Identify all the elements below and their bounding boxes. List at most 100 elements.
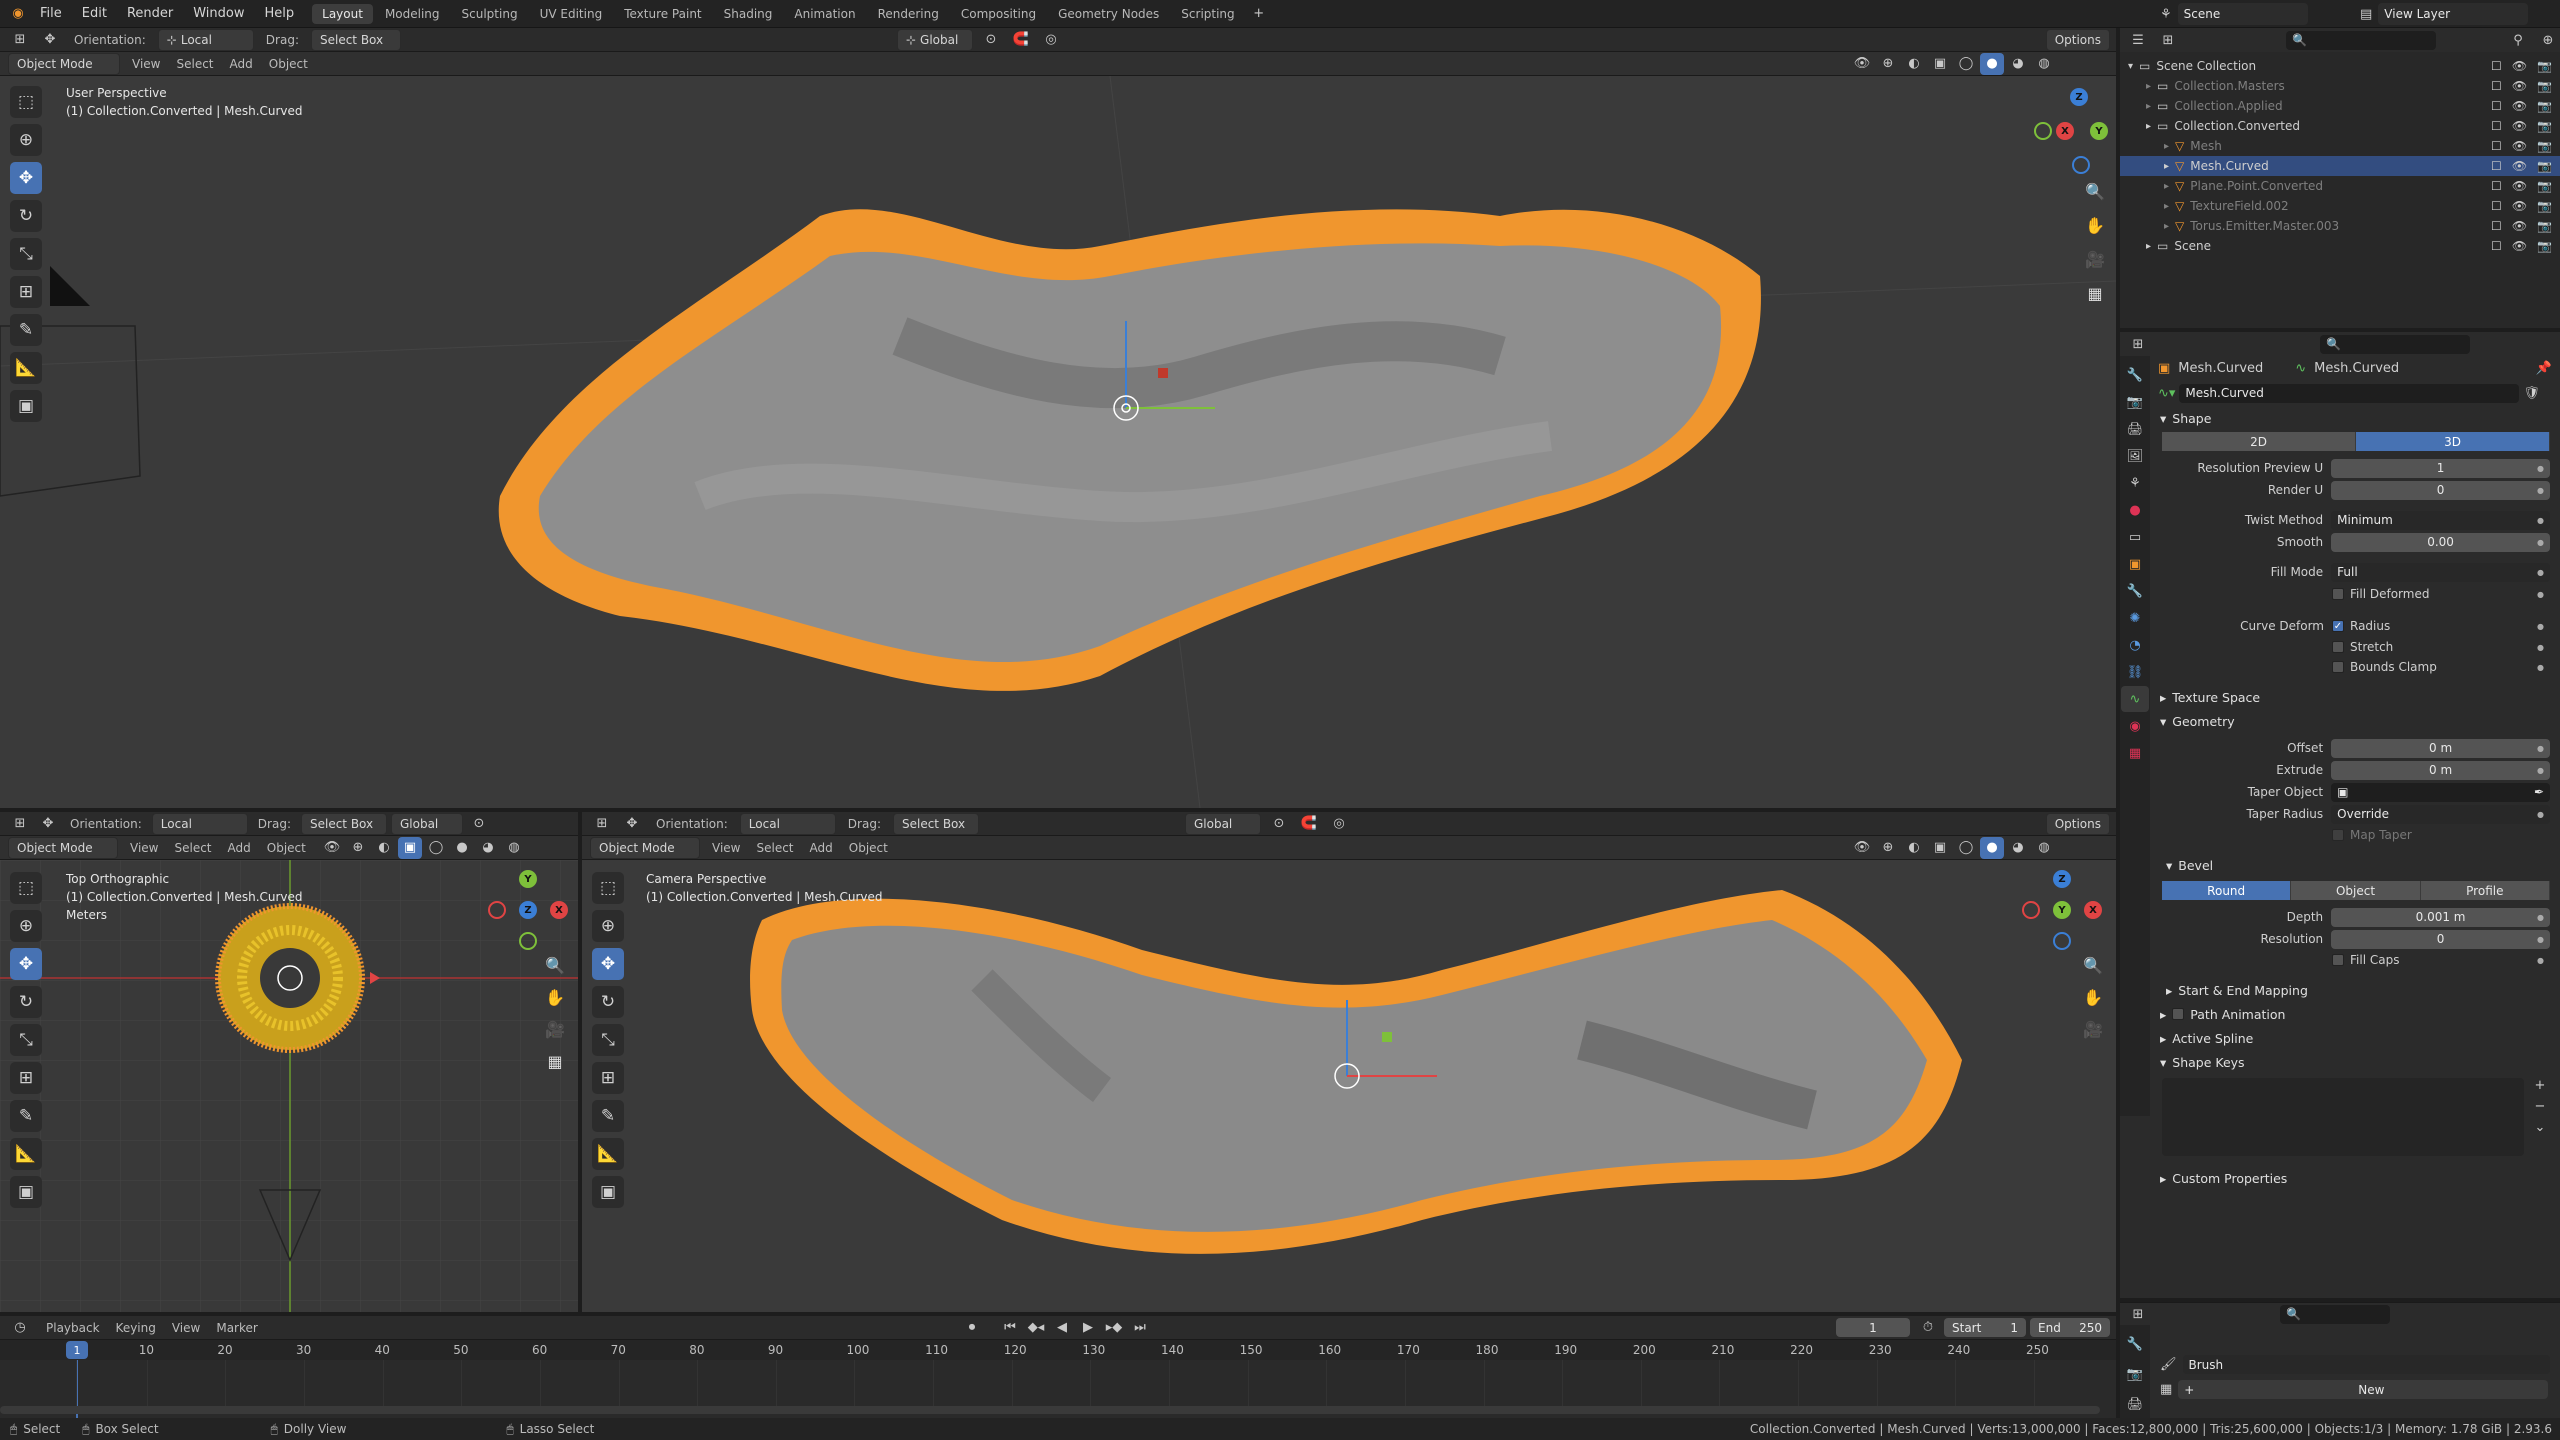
- disclosure-arrow-icon[interactable]: ▸: [2146, 81, 2151, 92]
- snap-icon[interactable]: 🧲: [1297, 813, 1321, 835]
- x-axis-icon[interactable]: X: [2056, 122, 2074, 140]
- material-tab-icon[interactable]: ◉: [2121, 713, 2149, 739]
- filter-icon[interactable]: ⚲: [2506, 29, 2530, 51]
- scale-tool-icon[interactable]: ⤡: [10, 238, 42, 270]
- move-tool-icon[interactable]: ✥: [10, 948, 42, 980]
- properties-editor-icon[interactable]: ⊞: [2126, 333, 2150, 355]
- measure-tool-icon[interactable]: 📐: [592, 1138, 624, 1170]
- visibility-icon[interactable]: 👁: [1850, 53, 1874, 75]
- menu-render[interactable]: Render: [117, 6, 183, 21]
- outliner-row[interactable]: ▸ ▭ Collection.Masters ☐ 👁 📷: [2120, 76, 2560, 96]
- view-layer-tab-icon[interactable]: 🖼: [2121, 443, 2149, 469]
- brush-dropdown[interactable]: Brush: [2182, 1355, 2550, 1374]
- transform-orientation-dropdown[interactable]: Global: [1184, 812, 1261, 835]
- keyframe-dot-icon[interactable]: ●: [2537, 486, 2544, 495]
- solid-shading-icon[interactable]: ●: [450, 837, 474, 859]
- disclosure-arrow-icon[interactable]: ▸: [2146, 121, 2151, 132]
- overlay-icon[interactable]: ◐: [1902, 837, 1926, 859]
- workspace-tab-rendering[interactable]: Rendering: [868, 4, 949, 24]
- navigation-gizmo[interactable]: Z X Y: [2020, 84, 2110, 174]
- new-collection-icon[interactable]: ⊕: [2536, 29, 2560, 51]
- workspace-tab-animation[interactable]: Animation: [784, 4, 865, 24]
- camera-icon[interactable]: 📷: [2537, 119, 2552, 133]
- wireframe-shading-icon[interactable]: ◯: [1954, 53, 1978, 75]
- y-axis-icon[interactable]: Y: [519, 870, 537, 888]
- new-brush-button[interactable]: + New: [2178, 1380, 2549, 1399]
- main-viewport[interactable]: ⬚ ⊕ ✥ ↻ ⤡ ⊞ ✎ 📐 ▣ User Perspective (1) C…: [0, 76, 2116, 808]
- drag-dropdown[interactable]: Select Box: [300, 812, 387, 835]
- view-layer-field[interactable]: View Layer: [2378, 3, 2529, 25]
- prev-keyframe-icon[interactable]: ◆◂: [1024, 1317, 1048, 1339]
- zoom-icon[interactable]: 🔍: [2080, 176, 2110, 206]
- menu-view[interactable]: View: [122, 841, 166, 855]
- keyframe-dot-icon[interactable]: ●: [2537, 538, 2544, 547]
- z-axis-icon[interactable]: Z: [2070, 88, 2088, 106]
- keyframe-dot-icon[interactable]: ●: [2537, 935, 2544, 944]
- z-axis-icon[interactable]: Z: [519, 901, 537, 919]
- scale-tool-icon[interactable]: ⤡: [592, 1024, 624, 1056]
- visibility-icon[interactable]: 👁: [1850, 837, 1874, 859]
- offset-field[interactable]: 0 m: [2331, 738, 2550, 758]
- menu-add[interactable]: Add: [220, 841, 259, 855]
- annotate-tool-icon[interactable]: ✎: [10, 1100, 42, 1132]
- rotate-tool-icon[interactable]: ↻: [10, 986, 42, 1018]
- play-icon[interactable]: ▶: [1076, 1317, 1100, 1339]
- editor-type-icon[interactable]: ⊞: [590, 813, 614, 835]
- transform-tool-icon[interactable]: ⊞: [10, 1062, 42, 1094]
- start-frame-field[interactable]: Start 1: [1944, 1318, 2026, 1337]
- annotate-tool-icon[interactable]: ✎: [592, 1100, 624, 1132]
- neg-y-axis-icon[interactable]: [519, 932, 537, 950]
- select-box-tool-icon[interactable]: ⬚: [10, 86, 42, 118]
- dim-2d-button[interactable]: 2D: [2162, 432, 2356, 451]
- transform-tool-icon[interactable]: ⊞: [592, 1062, 624, 1094]
- visibility-icon[interactable]: 👁: [320, 837, 344, 859]
- shape-keys-list[interactable]: [2162, 1078, 2524, 1156]
- collection-tab-icon[interactable]: ▭: [2121, 524, 2149, 550]
- render-tab-icon[interactable]: 📷: [2121, 1361, 2149, 1387]
- overlay-icon[interactable]: ◐: [1902, 53, 1926, 75]
- output-tab-icon[interactable]: 🖨: [2121, 416, 2149, 442]
- keyframe-dot-icon[interactable]: ●: [2537, 464, 2544, 473]
- select-box-tool-icon[interactable]: ⬚: [10, 872, 42, 904]
- material-shading-icon[interactable]: ◕: [2006, 53, 2030, 75]
- right-viewport[interactable]: ⬚ ⊕ ✥ ↻ ⤡ ⊞ ✎ 📐 ▣ Camera Perspective (1)…: [582, 860, 2116, 1312]
- shape-panel-header[interactable]: ▾ Shape: [2152, 406, 2560, 430]
- object-tab-icon[interactable]: ▣: [2121, 551, 2149, 577]
- disclosure-arrow-icon[interactable]: ▸: [2164, 221, 2169, 232]
- rendered-shading-icon[interactable]: ◍: [502, 837, 526, 859]
- workspace-tab-sculpting[interactable]: Sculpting: [452, 4, 528, 24]
- transform-orientation-dropdown[interactable]: ⊹ Global: [896, 28, 973, 51]
- fill-deformed-checkbox[interactable]: [2332, 588, 2344, 600]
- neg-x-axis-icon[interactable]: [2022, 901, 2040, 919]
- annotate-tool-icon[interactable]: ✎: [10, 314, 42, 346]
- checkbox-icon[interactable]: ☐: [2491, 79, 2502, 93]
- scene-selector[interactable]: ⚘ Scene: [2160, 3, 2308, 25]
- proportional-edit-icon[interactable]: ◎: [1327, 813, 1351, 835]
- bevel-profile-button[interactable]: Profile: [2420, 881, 2550, 900]
- disclosure-arrow-icon[interactable]: ▾: [2128, 61, 2133, 72]
- pan-hand-icon[interactable]: ✋: [2078, 982, 2108, 1012]
- add-cube-tool-icon[interactable]: ▣: [592, 1176, 624, 1208]
- bevel-panel-header[interactable]: ▾ Bevel: [2162, 853, 2550, 877]
- outliner-row[interactable]: ▾ ▭ Scene Collection ☐ 👁 📷: [2120, 56, 2560, 76]
- texture-space-panel-header[interactable]: ▸ Texture Space: [2152, 685, 2560, 709]
- checkbox-icon[interactable]: ☐: [2491, 119, 2502, 133]
- menu-select[interactable]: Select: [748, 841, 801, 855]
- camera-icon[interactable]: 📷: [2537, 199, 2552, 213]
- pan-hand-icon[interactable]: ✋: [540, 982, 570, 1012]
- neg-z-axis-icon[interactable]: [2053, 932, 2071, 950]
- scene-tab-icon[interactable]: ⚘: [2121, 470, 2149, 496]
- camera-icon[interactable]: 📷: [2537, 179, 2552, 193]
- rendered-shading-icon[interactable]: ◍: [2032, 53, 2056, 75]
- checkbox-icon[interactable]: ☐: [2491, 139, 2502, 153]
- taper-object-field[interactable]: ▣ ✒: [2331, 782, 2550, 802]
- disclosure-arrow-icon[interactable]: ▸: [2164, 181, 2169, 192]
- hair-torus-top[interactable]: [215, 903, 365, 1053]
- checkbox-icon[interactable]: ☐: [2491, 179, 2502, 193]
- menu-select[interactable]: Select: [166, 841, 219, 855]
- ortho-grid-icon[interactable]: ▦: [540, 1046, 570, 1076]
- left-viewport[interactable]: ⬚ ⊕ ✥ ↻ ⤡ ⊞ ✎ 📐 ▣ Top Orthographic (1) C…: [0, 860, 578, 1312]
- resolution-preview-field[interactable]: 1: [2331, 458, 2550, 478]
- dim-3d-button[interactable]: 3D: [2356, 432, 2550, 451]
- transform-orientation-dropdown[interactable]: Global: [390, 812, 463, 835]
